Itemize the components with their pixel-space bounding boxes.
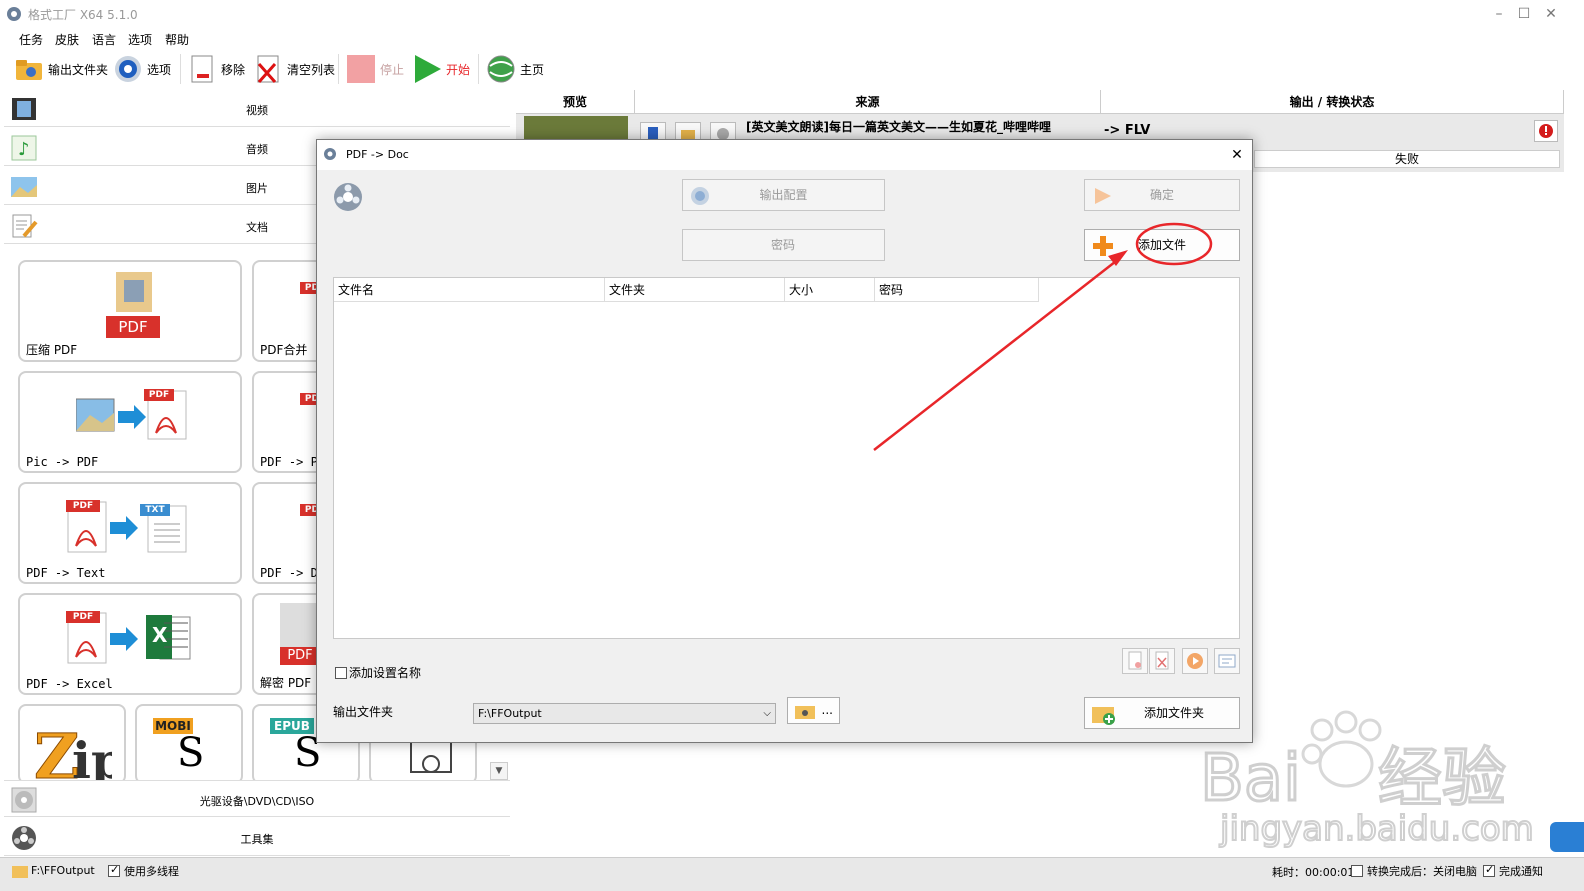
arrow-shaft: [873, 257, 1121, 451]
elapsed-time: 耗时：00:00:01: [1272, 866, 1355, 879]
notify-label: 完成通知: [1499, 865, 1543, 878]
checkbox[interactable]: [1483, 863, 1495, 877]
annotation-arrow-overlay: [873, 222, 1213, 451]
status-bar: F:\FFOutput 使用多线程 耗时：00:00:01 转换完成后：关闭电脑…: [0, 857, 1584, 891]
after-convert-label: 转换完成后：关闭电脑: [1367, 865, 1477, 878]
checkbox[interactable]: [1351, 865, 1363, 877]
checkbox[interactable]: [108, 863, 120, 877]
folder-icon: [12, 864, 28, 878]
after-convert-option[interactable]: 转换完成后：关闭电脑: [1351, 863, 1477, 879]
multithread-label: 使用多线程: [124, 865, 179, 878]
highlight-ellipse: [1135, 222, 1213, 266]
notify-toggle[interactable]: 完成通知: [1483, 863, 1543, 879]
multithread-toggle[interactable]: 使用多线程: [108, 863, 179, 879]
status-folder: F:\FFOutput: [31, 864, 95, 877]
chat-bubble-icon[interactable]: [1550, 822, 1584, 852]
